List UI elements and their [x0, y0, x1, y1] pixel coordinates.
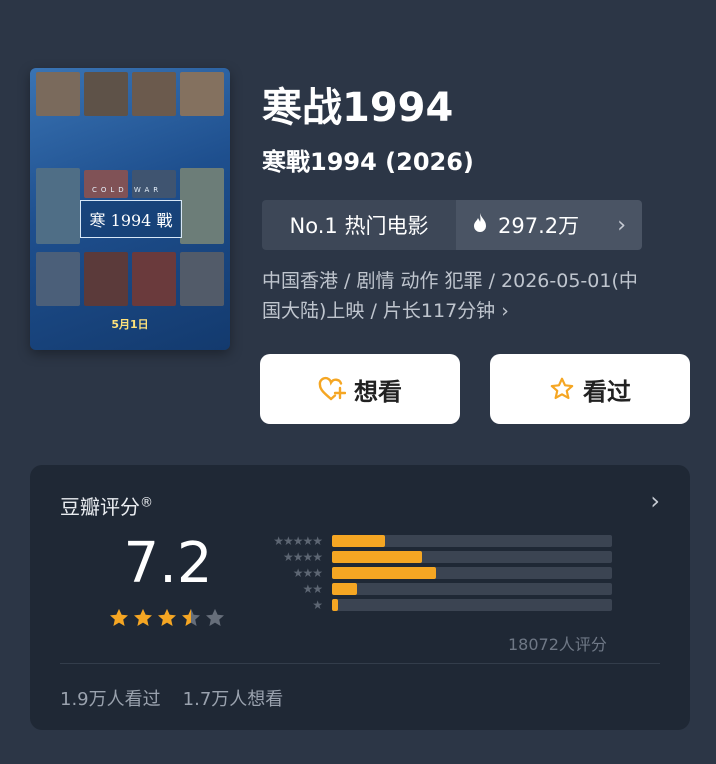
- rating-stars: [108, 607, 226, 629]
- histogram-bar: [332, 599, 338, 611]
- audience-stats: 1.9万人看过 1.7万人想看: [60, 685, 283, 711]
- histogram-bar-track: [332, 551, 612, 563]
- ranking-bar[interactable]: No.1 热门电影 297.2万 ›: [262, 200, 642, 250]
- rating-star-icon: [182, 608, 200, 626]
- histogram-star-label: ★: [312, 598, 323, 612]
- histogram-bar: [332, 551, 422, 563]
- histogram-bar: [332, 535, 386, 547]
- histogram-bar: [332, 567, 436, 579]
- chevron-right-icon[interactable]: ›: [650, 487, 660, 515]
- registered-mark: ®: [140, 495, 153, 511]
- histogram-bar-track: [332, 567, 612, 579]
- poster-face: [36, 168, 80, 244]
- poster-english-title: COLD WAR: [92, 186, 163, 194]
- heart-plus-icon: [318, 376, 346, 402]
- histogram-bar-track: [332, 583, 612, 595]
- watched-button[interactable]: 看过: [490, 354, 690, 424]
- seen-count: 1.9万人看过: [60, 689, 161, 710]
- chevron-right-icon: ›: [617, 212, 626, 238]
- rating-title-text: 豆瓣评分: [60, 495, 140, 519]
- rank-label: No.1 热门电影: [262, 200, 456, 250]
- poster-face: [84, 252, 128, 306]
- movie-title: 寒战1994: [262, 85, 454, 131]
- heat-value: 297.2万: [498, 214, 580, 238]
- seen-label: 看过: [583, 377, 631, 406]
- poster-face: [84, 72, 128, 116]
- rating-card[interactable]: 豆瓣评分® › 7.2 ★★★★★ ★★★★ ★★★ ★★ ★ 18072人评分 1.9…: [30, 465, 690, 730]
- star-outline-icon: [549, 376, 575, 402]
- histogram-bar-track: [332, 599, 612, 611]
- rating-star-icon: [134, 608, 152, 626]
- histogram-bar-track: [332, 535, 612, 547]
- poster-face: [180, 72, 224, 116]
- poster-title: 寒 1994 戰: [80, 200, 182, 238]
- movie-original-title: 寒戰1994 (2026): [262, 148, 474, 176]
- poster-face: [132, 72, 176, 116]
- rating-star-icon: [158, 608, 176, 626]
- poster-face: [180, 252, 224, 306]
- rating-star-icon: [110, 608, 128, 626]
- movie-meta[interactable]: 中国香港 / 剧情 动作 犯罪 / 2026-05-01(中 国大陆)上映 / …: [262, 266, 682, 326]
- poster-face: [36, 72, 80, 116]
- want-to-watch-button[interactable]: 想看: [260, 354, 460, 424]
- rating-count: 18072人评分: [508, 635, 607, 654]
- movie-poster[interactable]: COLD WAR 寒 1994 戰 5月1日: [30, 68, 230, 350]
- want-label: 想看: [354, 377, 402, 406]
- poster-face: [180, 168, 224, 244]
- meta-line: 国大陆)上映 / 片长117分钟 ›: [262, 300, 509, 322]
- histogram-star-label: ★★: [302, 582, 323, 596]
- meta-line: 中国香港 / 剧情 动作 犯罪 / 2026-05-01(中: [262, 270, 638, 292]
- poster-face: [132, 252, 176, 306]
- histogram-star-label: ★★★★★: [273, 534, 323, 548]
- heat-section[interactable]: 297.2万 ›: [456, 200, 642, 250]
- rating-title: 豆瓣评分®: [60, 491, 153, 520]
- poster-face: [36, 252, 80, 306]
- histogram-star-label: ★★★: [292, 566, 323, 580]
- histogram-star-label: ★★★★: [282, 550, 323, 564]
- divider: [60, 663, 660, 664]
- flame-icon: [472, 212, 488, 238]
- poster-release-date: 5月1日: [111, 318, 149, 331]
- histogram-bar: [332, 583, 358, 595]
- rating-star-icon: [206, 608, 224, 626]
- want-count: 1.7万人想看: [182, 689, 284, 710]
